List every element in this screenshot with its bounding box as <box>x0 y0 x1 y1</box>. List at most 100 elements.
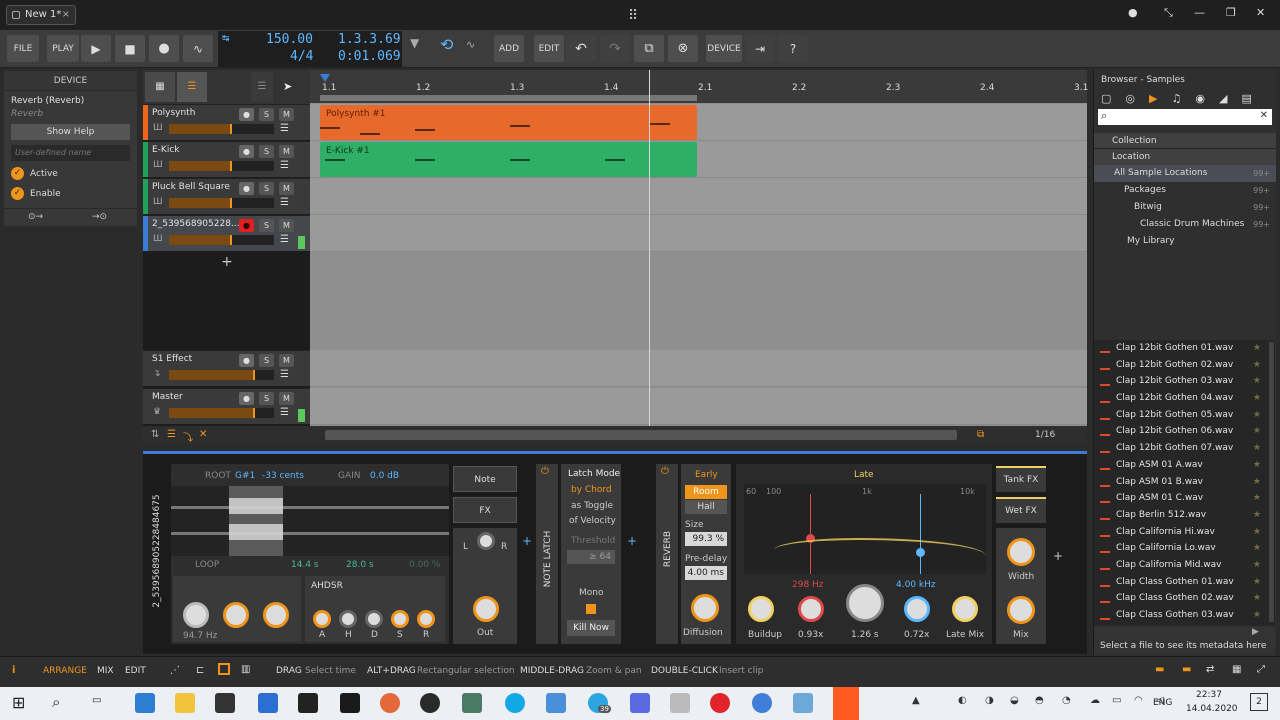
punch-icon[interactable]: ∿ <box>466 38 475 51</box>
add-track-button[interactable]: + <box>221 254 233 270</box>
arm-button[interactable]: ● <box>239 145 254 158</box>
tank-fx-button[interactable]: Tank FX <box>996 466 1046 492</box>
tray-app-icon[interactable]: ◑ <box>985 695 994 706</box>
position-bars[interactable]: 1.3.3.69 <box>338 32 401 47</box>
add-device-button[interactable]: + <box>627 534 637 548</box>
opera-icon[interactable] <box>710 693 730 713</box>
cutoff-knob[interactable] <box>183 602 209 628</box>
stop-button[interactable]: ■ <box>115 35 145 62</box>
location-packages[interactable]: Packages 99+ <box>1094 182 1276 199</box>
close-window-button[interactable]: ✕ <box>1256 6 1265 19</box>
star-icon[interactable]: ★ <box>1253 590 1261 607</box>
edge-icon[interactable] <box>135 693 155 713</box>
show-help-button[interactable]: Show Help <box>11 124 130 140</box>
resonance-knob[interactable] <box>223 602 249 628</box>
decay-knob[interactable] <box>365 610 383 628</box>
file-item[interactable]: Clap 12bit Gothen 03.wav ★ <box>1094 373 1275 390</box>
mute-button[interactable]: M <box>279 145 294 158</box>
arranger-icon[interactable]: ☰ <box>177 72 207 102</box>
battery-icon[interactable]: ▭ <box>1112 695 1121 706</box>
star-icon[interactable]: ★ <box>1253 440 1261 457</box>
file-item[interactable]: Clap 12bit Gothen 02.wav ★ <box>1094 357 1275 374</box>
volume-fader[interactable] <box>169 124 274 134</box>
mute-button[interactable]: M <box>279 182 294 195</box>
windows-start-icon[interactable]: ⊞ <box>12 693 25 712</box>
grid-icon[interactable]: ▦ <box>1232 664 1241 675</box>
lane-s1-effect[interactable] <box>310 350 1087 387</box>
star-icon[interactable]: ★ <box>1253 557 1261 574</box>
playhead-marker[interactable] <box>320 74 330 82</box>
tray-app-icon[interactable]: ◒ <box>1010 695 1019 706</box>
file-menu-button[interactable]: FILE <box>7 35 39 62</box>
star-icon[interactable]: ★ <box>1253 574 1261 591</box>
hall-button[interactable]: Hall <box>685 500 727 514</box>
chat-icon[interactable] <box>630 693 650 713</box>
search-icon[interactable]: ⌕ <box>52 693 60 711</box>
undo-button[interactable]: ↶ <box>566 35 596 62</box>
arm-button[interactable]: ● <box>239 182 254 195</box>
volume-fader[interactable] <box>169 408 274 418</box>
volume-fader[interactable] <box>169 161 274 171</box>
play-menu-button[interactable]: PLAY <box>47 35 79 62</box>
track-menu-icon[interactable]: ☰ <box>280 160 289 171</box>
add-device-button[interactable]: + <box>522 534 532 548</box>
tray-expand-icon[interactable]: ▲ <box>912 695 920 706</box>
redo-button[interactable]: ↷ <box>600 35 630 62</box>
release-knob[interactable] <box>417 610 435 628</box>
location-all-samples[interactable]: All Sample Locations 99+ <box>1094 165 1276 182</box>
size-field[interactable]: 99.3 % <box>685 532 727 546</box>
of-velocity-option[interactable]: of Velocity <box>569 516 616 526</box>
star-icon[interactable]: ★ <box>1253 607 1261 621</box>
predelay-field[interactable]: 4.00 ms <box>685 566 727 580</box>
close-x-icon[interactable]: ✕ <box>199 429 207 440</box>
track-menu-icon[interactable]: ☰ <box>251 72 273 102</box>
qbittorrent-icon[interactable] <box>752 693 772 713</box>
wet-fx-button[interactable]: Wet FX <box>996 497 1046 523</box>
lane-pluck-bell-square[interactable] <box>310 178 1087 215</box>
attack-knob[interactable] <box>313 610 331 628</box>
timeline-ruler[interactable]: 1.1 1.2 1.3 1.4 2.1 2.2 2.3 2.4 3.1 <box>310 70 1088 103</box>
expand-icon[interactable]: ⤢ <box>1257 664 1265 675</box>
file-item[interactable]: Clap California Lo.wav ★ <box>1094 540 1275 557</box>
add-button[interactable]: ADD <box>494 35 524 62</box>
lane-sample[interactable] <box>310 215 1087 252</box>
app-icon[interactable] <box>793 693 813 713</box>
mono-toggle[interactable] <box>586 604 596 614</box>
metronome-icon[interactable]: ▼ <box>410 36 419 50</box>
layout-icon[interactable]: ⊏ <box>196 665 204 676</box>
minimize-button[interactable]: — <box>1194 6 1205 19</box>
mix-knob[interactable] <box>1007 596 1035 624</box>
tray-app-icon[interactable]: ◓ <box>1035 695 1044 706</box>
star-icon[interactable]: ★ <box>1253 407 1261 424</box>
multisample-tab-icon[interactable]: ♫ <box>1171 92 1181 105</box>
mix-view-tab[interactable]: MIX <box>97 666 114 676</box>
mute-button[interactable]: M <box>279 392 294 405</box>
location-classic-drum-machines[interactable]: Classic Drum Machines 99+ <box>1094 216 1276 233</box>
help-button[interactable]: ? <box>778 35 808 62</box>
clock-date[interactable]: 14.04.2020 <box>1186 704 1238 714</box>
record-button[interactable]: ● <box>149 35 179 62</box>
star-icon[interactable]: ★ <box>1253 540 1261 557</box>
solo-button[interactable]: S <box>259 182 274 195</box>
solo-button[interactable]: S <box>259 354 274 367</box>
insert-after-icon[interactable]: →⊙ <box>92 212 107 222</box>
store-icon[interactable] <box>215 693 235 713</box>
star-icon[interactable]: ★ <box>1253 390 1261 407</box>
clip-polysynth[interactable]: Polysynth #1 <box>320 105 697 140</box>
loop-length-value[interactable]: 28.0 s <box>346 560 374 570</box>
language-indicator[interactable]: ENG <box>1153 698 1172 708</box>
hold-knob[interactable] <box>339 610 357 628</box>
skype-icon[interactable] <box>505 693 525 713</box>
eq-display[interactable]: 60 100 1k 10k <box>744 484 986 574</box>
wifi-icon[interactable]: ◠ <box>1134 695 1143 706</box>
file-item[interactable]: Clap Class Gothen 01.wav ★ <box>1094 574 1275 591</box>
pointer-tool-icon[interactable]: ➤ <box>283 80 292 93</box>
star-icon[interactable]: ★ <box>1253 340 1261 357</box>
star-icon[interactable]: ★ <box>1253 507 1261 524</box>
mute-button[interactable]: M <box>279 219 294 232</box>
as-toggle-option[interactable]: as Toggle <box>571 501 613 511</box>
sustain-knob[interactable] <box>391 610 409 628</box>
pan-knob[interactable] <box>477 532 495 550</box>
width-knob[interactable] <box>1007 538 1035 566</box>
music-tab-icon[interactable]: ◉ <box>1195 92 1205 105</box>
